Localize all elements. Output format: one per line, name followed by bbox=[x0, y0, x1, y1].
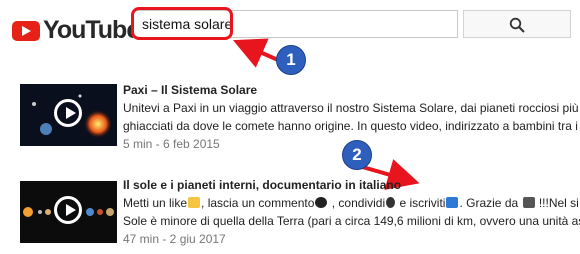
play-icon bbox=[54, 196, 82, 224]
result-desc-1-line1: Unitevi a Paxi in un viaggio attraverso … bbox=[123, 101, 580, 115]
play-icon bbox=[54, 99, 82, 127]
youtube-play-icon bbox=[12, 20, 40, 41]
result-desc-2-line2: Sole è minore di quella della Terra (par… bbox=[123, 214, 580, 228]
result-desc-1-line2: ghiacciati da dove le comete hanno origi… bbox=[123, 119, 578, 133]
desc-part: , lascia un commento bbox=[201, 196, 315, 210]
result-meta-1: 5 min - 6 feb 2015 bbox=[123, 137, 220, 151]
desc-part: Metti un like bbox=[123, 196, 188, 210]
tv-icon bbox=[522, 197, 535, 208]
search-button[interactable] bbox=[463, 10, 571, 38]
desc-part: e iscriviti bbox=[396, 196, 446, 210]
arrow-1 bbox=[233, 38, 279, 68]
search-highlight-box bbox=[131, 7, 233, 40]
callout-1: 1 bbox=[276, 45, 306, 75]
result-desc-2-line1: Metti un like , lascia un commento , cond… bbox=[123, 196, 580, 210]
video-thumbnail-1[interactable] bbox=[20, 84, 117, 146]
result-title-2[interactable]: Il sole e i pianeti interni, documentari… bbox=[123, 178, 401, 192]
youtube-logo-text: YouTube bbox=[43, 16, 140, 44]
youtube-logo[interactable]: YouTube bbox=[12, 16, 140, 45]
speech-bubble-icon bbox=[315, 197, 328, 208]
result-title-1[interactable]: Paxi – Il Sistema Solare bbox=[123, 83, 257, 97]
video-thumbnail-2[interactable] bbox=[20, 181, 117, 243]
thumbs-up-icon bbox=[188, 197, 201, 208]
checkbox-icon bbox=[446, 197, 459, 208]
desc-part: . Grazie da bbox=[459, 196, 522, 210]
result-meta-2: 47 min - 2 giu 2017 bbox=[123, 232, 226, 246]
desc-part: !!!Nel si bbox=[535, 196, 579, 210]
share-icon bbox=[386, 197, 396, 208]
callout-2: 2 bbox=[342, 140, 372, 170]
desc-part: , condividi bbox=[328, 196, 386, 210]
search-icon bbox=[509, 17, 525, 33]
